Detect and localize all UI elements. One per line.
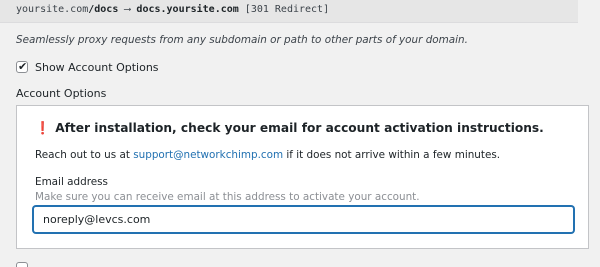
checkmark-icon: ✔ [18, 60, 28, 73]
next-option-checkbox[interactable] [16, 262, 28, 267]
support-email-link[interactable]: support@networkchimp.com [133, 149, 283, 161]
email-address-label: Email address [35, 176, 108, 188]
email-address-input[interactable] [33, 206, 574, 233]
proxy-description: Seamlessly proxy requests from any subdo… [16, 34, 468, 46]
activation-notice: ❗ After installation, check your email fo… [35, 121, 544, 135]
activation-notice-text: After installation, check your email for… [55, 121, 544, 135]
proxy-source-domain: yoursite.com [16, 4, 89, 15]
email-address-help: Make sure you can receive email at this … [35, 191, 420, 203]
proxy-target-domain: docs.yoursite.com [136, 4, 239, 15]
proxy-arrow: ⟶ [118, 4, 137, 15]
support-message-suffix: if it does not arrive within a few minut… [283, 149, 501, 161]
exclamation-icon: ❗ [35, 121, 51, 135]
show-account-options-label[interactable]: Show Account Options [35, 61, 159, 74]
proxy-source-path: /docs [88, 4, 119, 15]
account-options-heading: Account Options [16, 87, 107, 100]
support-message: Reach out to us at support@networkchimp.… [35, 149, 500, 161]
proxy-example-code: yoursite.com/docs ⟶ docs.yoursite.com [3… [0, 0, 578, 23]
account-options-panel: ❗ After installation, check your email fo… [16, 105, 589, 249]
proxy-example-line: yoursite.com/docs ⟶ docs.yoursite.com [3… [16, 4, 329, 15]
show-account-options-checkbox[interactable]: ✔ [16, 60, 28, 73]
support-message-prefix: Reach out to us at [35, 149, 134, 161]
show-account-options-row[interactable]: ✔ Show Account Options [16, 59, 159, 75]
settings-page: yoursite.com/docs ⟶ docs.yoursite.com [3… [0, 0, 600, 267]
proxy-status: [301 Redirect] [238, 4, 330, 15]
